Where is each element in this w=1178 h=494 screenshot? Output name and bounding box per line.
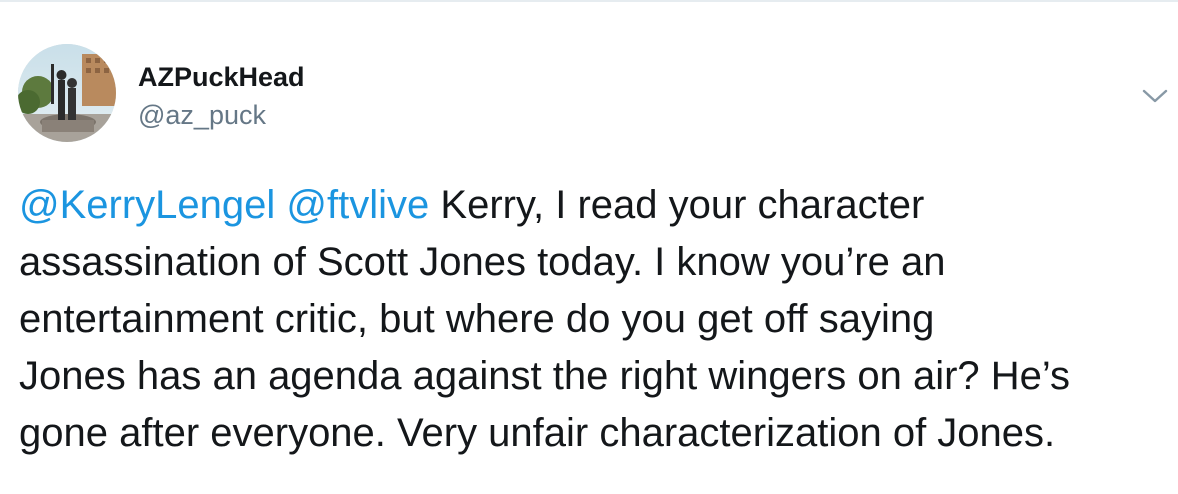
tweet-text-line: assassination of Scott Jones today. I kn… [19,240,946,284]
tweet-text-segment: Kerry, I read your character [440,183,925,227]
tweet-text: @KerryLengel @ftvlive Kerry, I read your… [19,177,1171,462]
author-handle[interactable]: @az_puck [138,98,266,132]
tweet-text-line: @KerryLengel @ftvlive Kerry, I read your… [19,177,1171,234]
tweet-card[interactable]: AZPuckHead @az_puck @KerryLengel @ftvliv… [0,2,1178,494]
tweet-text-line: gone after everyone. Very unfair charact… [19,411,1056,455]
avatar-photo [18,44,116,142]
tweet-text-line: Jones has an agenda against the right wi… [19,354,1071,398]
chevron-down-icon[interactable] [1141,86,1169,106]
tweet-text-line: entertainment critic, but where do you g… [19,297,935,341]
mention-link-ftvlive[interactable]: @ftvlive [286,183,429,227]
user-avatar[interactable] [18,44,116,142]
author-display-name[interactable]: AZPuckHead [138,60,305,94]
mention-link-kerrylengel[interactable]: @KerryLengel [19,183,275,227]
